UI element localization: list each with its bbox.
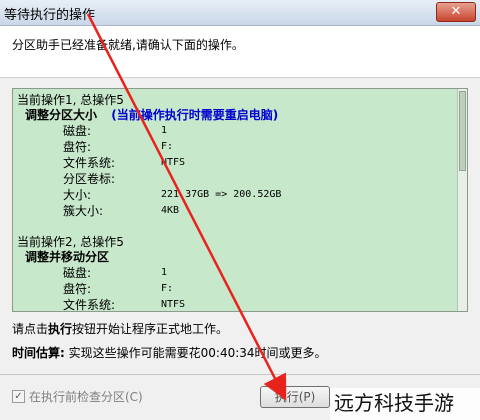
- operation-item: 当前操作2, 总操作5 调整并移动分区 磁盘: 1 盘符: F: 文件系统: NTFS: [17, 235, 457, 312]
- check-partition-option[interactable]: ✓ 在执行前检查分区(C): [12, 388, 143, 405]
- operations-list[interactable]: 当前操作1, 总操作5 调整分区大小 (当前操作执行时需要重启电脑) 磁盘: 1 …: [12, 88, 468, 312]
- operation-name-text: 调整并移动分区: [25, 250, 110, 264]
- detail-value: 1: [161, 125, 168, 136]
- watermark: 远方科技手游: [330, 388, 480, 420]
- detail-row: 文件系统: NTFS: [17, 155, 457, 171]
- time-estimate: 时间估算: 实现这些操作可能需要花00:40:34时间或更多。: [12, 344, 327, 361]
- detail-key: 盘符:: [63, 140, 92, 154]
- instruction-bold: 执行: [48, 322, 73, 336]
- detail-key: 盘符:: [63, 282, 92, 296]
- header-text: 分区助手已经准备就绪,请确认下面的操作。: [12, 38, 244, 52]
- check-partition-label: 在执行前检查分区(C): [29, 390, 143, 404]
- operation-title: 当前操作1, 总操作5: [17, 93, 124, 107]
- window-titlebar: 等待执行的操作 ✕: [0, 0, 480, 26]
- check-partition-checkbox[interactable]: ✓: [12, 390, 25, 403]
- detail-value: F:: [161, 141, 174, 152]
- close-icon: ✕: [450, 4, 462, 19]
- window-title: 等待执行的操作: [4, 8, 96, 23]
- detail-row: 盘符: F:: [17, 281, 457, 297]
- instruction-before: 请点击: [12, 322, 49, 336]
- detail-value: NTFS: [161, 299, 186, 310]
- detail-key: 大小:: [63, 188, 92, 202]
- instruction-text: 请点击执行按钮开始让程序正式地工作。: [12, 320, 228, 337]
- detail-row: 分区卷标:: [17, 171, 457, 187]
- operation-title: 当前操作2, 总操作5: [17, 235, 124, 249]
- detail-key: 磁盘:: [63, 124, 92, 138]
- instruction-after: 按钮开始让程序正式地工作。: [72, 322, 229, 336]
- detail-value: 1: [161, 267, 168, 278]
- detail-value: NTFS: [161, 157, 186, 168]
- detail-key: 磁盘:: [63, 266, 92, 280]
- execute-button[interactable]: 执行(P): [260, 386, 330, 408]
- operation-name: 调整并移动分区: [25, 249, 457, 265]
- detail-row: 簇大小: 4KB: [17, 203, 457, 219]
- detail-value: 4KB: [161, 205, 180, 216]
- time-label: 时间估算:: [12, 346, 65, 360]
- detail-row: 磁盘: 1: [17, 265, 457, 281]
- time-text: 实现这些操作可能需要花00:40:34时间或更多。: [68, 346, 327, 360]
- restart-warning: (当前操作执行时需要重启电脑): [111, 108, 279, 122]
- detail-value: F:: [161, 283, 174, 294]
- detail-row: 盘符: F:: [17, 139, 457, 155]
- footer-divider: [0, 374, 480, 375]
- detail-key: 文件系统:: [63, 298, 116, 312]
- vertical-scrollbar[interactable]: [457, 89, 467, 311]
- operation-name: 调整分区大小 (当前操作执行时需要重启电脑): [25, 107, 457, 123]
- header-area: 分区助手已经准备就绪,请确认下面的操作。: [0, 26, 480, 78]
- detail-row: 大小: 221.37GB => 200.52GB: [17, 187, 457, 203]
- operation-name-text: 调整分区大小: [25, 108, 98, 122]
- checkmark-icon: ✓: [14, 391, 23, 402]
- detail-key: 簇大小:: [63, 204, 104, 218]
- detail-key: 分区卷标:: [63, 172, 116, 186]
- detail-row: 磁盘: 1: [17, 123, 457, 139]
- detail-row: 文件系统: NTFS: [17, 297, 457, 312]
- scroll-thumb[interactable]: [459, 91, 466, 171]
- detail-key: 文件系统:: [63, 156, 116, 170]
- detail-value: 221.37GB => 200.52GB: [161, 189, 282, 200]
- operation-item: 当前操作1, 总操作5 调整分区大小 (当前操作执行时需要重启电脑) 磁盘: 1 …: [17, 93, 457, 219]
- close-button[interactable]: ✕: [436, 2, 476, 22]
